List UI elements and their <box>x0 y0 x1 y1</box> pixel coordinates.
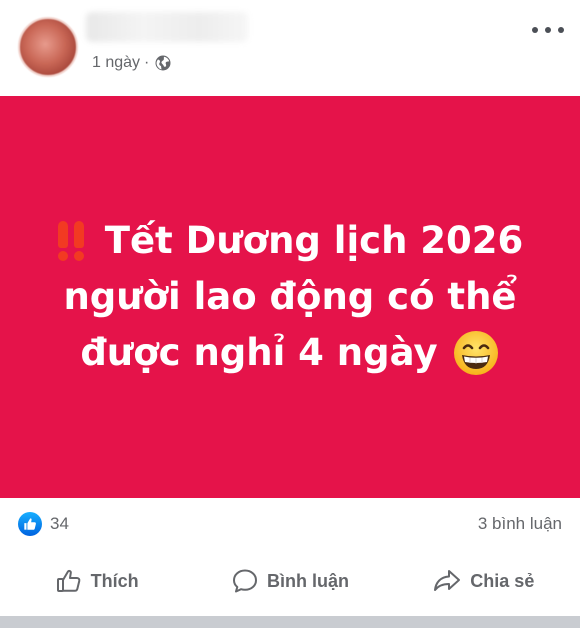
card-line-2: người lao động có thể <box>63 269 516 325</box>
comment-bubble-icon <box>232 569 257 593</box>
text-post-background: Tết Dương lịch 2026 người lao động có th… <box>0 96 580 498</box>
post-header: 1 ngày · <box>0 0 580 96</box>
comment-button[interactable]: Bình luận <box>193 556 386 606</box>
card-line-1: Tết Dương lịch 2026 <box>57 213 524 269</box>
comment-label: Bình luận <box>266 570 349 591</box>
card-text-line-3: được nghỉ 4 ngày <box>80 331 438 374</box>
dot-icon <box>532 27 538 33</box>
share-button[interactable]: Chia sẻ <box>387 556 580 606</box>
post-card: 1 ngày · Tết Dương lịch 2026 người lao đ… <box>0 0 580 628</box>
share-label: Chia sẻ <box>470 570 535 591</box>
reaction-count[interactable]: 34 <box>50 514 69 534</box>
card-line-3: được nghỉ 4 ngày <box>80 325 499 381</box>
share-arrow-icon <box>434 570 461 591</box>
globe-icon[interactable] <box>155 55 171 71</box>
action-bar: Thích Bình luận Chia sẻ <box>0 556 580 606</box>
thumbs-up-icon <box>56 569 81 592</box>
like-icon[interactable] <box>18 512 42 536</box>
post-meta: 1 ngày · <box>92 52 171 74</box>
card-text-line-2: người lao động có thể <box>63 275 517 318</box>
dot-icon <box>545 27 551 33</box>
grinning-face-icon <box>453 331 498 375</box>
author-name-blurred[interactable] <box>86 12 248 42</box>
post-separator <box>0 616 580 628</box>
reactions-summary: 34 3 bình luận <box>0 510 580 538</box>
like-label: Thích <box>90 570 139 591</box>
comment-count[interactable]: 3 bình luận <box>478 514 562 534</box>
more-options-button[interactable] <box>532 20 564 40</box>
dot-icon <box>558 27 564 33</box>
post-time[interactable]: 1 ngày <box>92 54 140 72</box>
double-exclamation-icon <box>57 221 89 261</box>
like-button[interactable]: Thích <box>0 556 193 606</box>
card-text-line-1: Tết Dương lịch 2026 <box>104 219 524 262</box>
meta-separator: · <box>144 54 150 71</box>
avatar[interactable] <box>18 17 78 77</box>
